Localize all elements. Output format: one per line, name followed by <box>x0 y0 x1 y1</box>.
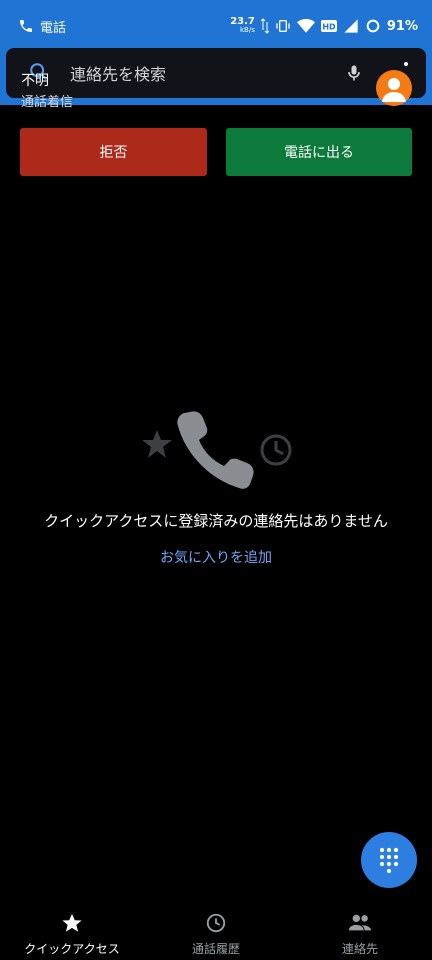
add-favorite-link[interactable]: お気に入りを追加 <box>0 547 432 567</box>
dialpad-icon <box>379 847 399 873</box>
hd-icon: HD <box>320 19 337 33</box>
phone-icon <box>18 18 34 34</box>
star-icon <box>142 430 172 458</box>
tab-label: 通話履歴 <box>191 942 240 956</box>
tab-quick-access[interactable]: クイックアクセス <box>0 900 144 960</box>
decline-button[interactable]: 拒否 <box>20 128 207 176</box>
battery-percent: 91% <box>386 18 418 34</box>
answer-button[interactable]: 電話に出る <box>226 128 412 176</box>
bottom-navigation: クイックアクセス 通話履歴 連絡先 <box>0 900 432 960</box>
battery-icon <box>365 18 381 34</box>
microphone-icon[interactable] <box>344 61 364 89</box>
wifi-icon <box>296 18 315 34</box>
clock-icon <box>260 434 292 466</box>
svg-text:HD: HD <box>322 23 336 32</box>
tab-label: クイックアクセス <box>24 942 120 956</box>
call-status-text: 通話着信 <box>21 95 74 110</box>
phone-app-screen: 電話 23.7 kB/s HD 91% 連絡先を検索 不明 通話着信 拒否 電話… <box>0 0 432 960</box>
network-speed-unit: kB/s <box>240 26 255 34</box>
data-arrows-icon <box>260 18 269 34</box>
phone-icon <box>177 411 254 489</box>
status-right: 23.7 kB/s HD 91% <box>230 17 418 35</box>
status-left: 電話 <box>18 17 66 36</box>
vibrate-icon <box>275 18 291 34</box>
empty-state-illustration <box>140 408 296 492</box>
network-speed-value: 23.7 <box>230 16 255 27</box>
more-options-icon[interactable] <box>404 62 408 66</box>
network-speed: 23.7 kB/s <box>230 17 255 35</box>
signal-icon <box>343 18 359 34</box>
people-icon <box>348 912 372 937</box>
empty-state-message: クイックアクセスに登録済みの連絡先はありません <box>44 512 388 530</box>
tab-label: 連絡先 <box>341 942 378 956</box>
status-row: 電話 23.7 kB/s HD 91% <box>0 0 432 52</box>
clock-icon <box>205 912 227 937</box>
status-app-label: 電話 <box>40 20 67 36</box>
search-input[interactable]: 連絡先を検索 <box>70 61 166 85</box>
avatar[interactable] <box>376 70 412 106</box>
tab-contacts[interactable]: 連絡先 <box>288 900 432 960</box>
dialpad-button[interactable] <box>361 832 417 888</box>
caller-name: 不明 <box>21 73 49 89</box>
tab-call-history[interactable]: 通話履歴 <box>144 900 288 960</box>
star-icon <box>61 912 83 937</box>
